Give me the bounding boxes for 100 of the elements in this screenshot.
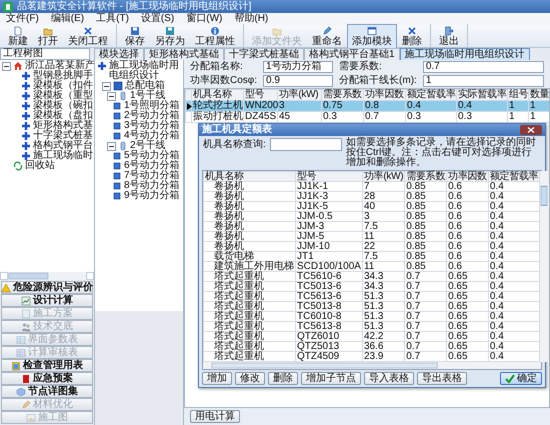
tree-item[interactable]: 2号动力分箱 xyxy=(124,111,180,121)
tree-item[interactable]: 9号动力分箱 xyxy=(124,191,180,201)
tree-item[interactable]: 4号动力分箱 xyxy=(124,131,180,141)
menu-item[interactable]: 编辑(E) xyxy=(44,14,90,24)
module-button[interactable]: 节点详图集 xyxy=(1,385,93,398)
tree-item[interactable]: 梁模板（盘扣 xyxy=(33,111,93,121)
column-header[interactable]: 功率(kW) xyxy=(362,172,405,182)
tree-item[interactable]: 梁模板（重型 xyxy=(33,91,93,101)
toolbar-button[interactable]: 添加模块 xyxy=(347,24,397,48)
table-cell: 0.6 xyxy=(446,212,488,222)
module-button[interactable]: 设计计算 xyxy=(1,294,93,307)
table-cell: 28 xyxy=(362,192,405,202)
tree-item[interactable]: 梁模板（碗扣 xyxy=(33,101,93,111)
column-header[interactable]: 功率因数 xyxy=(446,172,488,182)
table-cell: 0.4 xyxy=(488,302,540,312)
search-field[interactable] xyxy=(270,138,342,151)
menu-item[interactable]: 设置(S) xyxy=(134,14,180,24)
tree-item[interactable]: 总配电箱 xyxy=(125,81,165,91)
collapse-toggle[interactable] xyxy=(2,62,11,70)
toolbar-button[interactable]: 打开 xyxy=(33,24,63,48)
table-cell: 42.2 xyxy=(362,332,405,342)
tree-item[interactable]: 2号干线 xyxy=(130,141,166,151)
table-cell: QTZ5013 xyxy=(296,342,362,352)
calculate-button[interactable]: 用电计算 xyxy=(190,410,240,423)
table-cell: 51.3 xyxy=(362,302,405,312)
table-cell: 0.7 xyxy=(404,302,447,312)
input-field[interactable]: 1号动力分箱 xyxy=(263,61,334,73)
table-cell: 0.85 xyxy=(404,192,447,202)
plus-icon xyxy=(21,111,31,121)
tree-item[interactable]: 5号动力分箱 xyxy=(124,151,180,161)
tab[interactable]: 矩形格构式基础 xyxy=(144,48,224,60)
square-icon xyxy=(112,111,122,121)
tree-item[interactable]: 3号动力分箱 xyxy=(124,121,180,131)
dialog-button[interactable]: 导入表格 xyxy=(364,372,414,385)
toolbar-button[interactable]: 删除 xyxy=(397,24,427,48)
tree-item[interactable]: 梁模板（扣件 xyxy=(33,81,93,91)
menu-item[interactable]: 窗口(W) xyxy=(180,14,228,24)
column-header[interactable]: 额定暂载率 xyxy=(488,172,540,182)
tab[interactable]: 施工现场临时用电组织设计 xyxy=(400,48,530,60)
input-field[interactable]: 1 xyxy=(422,75,544,87)
scrollbar[interactable] xyxy=(0,272,94,280)
module-button[interactable]: 危险源辨识与评价 xyxy=(1,281,93,294)
table-cell: 7.5 xyxy=(362,222,405,232)
scrollbar[interactable] xyxy=(540,171,548,362)
tree-item[interactable]: 十字梁式桩基 xyxy=(33,131,93,141)
toolbar-button[interactable]: 新建 xyxy=(3,24,33,48)
module-button[interactable]: 应急预案 xyxy=(1,372,93,385)
tree-item[interactable]: 6号动力分箱 xyxy=(124,161,180,171)
table-cell: 40 xyxy=(362,202,405,212)
input-field[interactable]: 0.9 xyxy=(263,75,334,87)
menu-item[interactable]: 工具(T) xyxy=(90,14,135,24)
tree-item[interactable]: 1号干线 xyxy=(130,91,166,101)
input-field[interactable]: 0.7 xyxy=(422,61,544,73)
tree-item[interactable]: 施工现场临时用电组织设计 xyxy=(109,61,183,81)
column-header[interactable]: 组号 xyxy=(508,90,528,100)
table-cell: 7.5 xyxy=(362,252,405,262)
column-header[interactable]: 机具名称 xyxy=(204,172,296,182)
column-header[interactable]: 机具名称 xyxy=(192,90,244,100)
tree-item[interactable]: 型钢悬挑脚手 xyxy=(33,71,93,81)
table-cell: JJ1K-1 xyxy=(296,182,362,192)
table-row[interactable]: 轮式挖土机 WN2003 0.75 0.8 0.4 0.4 1 1 xyxy=(186,100,549,112)
column-header[interactable]: 需要系数 xyxy=(404,172,447,182)
tab[interactable]: 格构式钢平台基础1 xyxy=(304,48,400,60)
menu-item[interactable]: 帮助(H) xyxy=(228,14,274,24)
dialog-button[interactable]: 删除 xyxy=(268,372,298,385)
tab[interactable]: 十字梁式桩基础 xyxy=(224,48,304,60)
collapse-toggle[interactable] xyxy=(107,92,116,100)
table-cell: 载货电梯 xyxy=(204,252,296,262)
collapse-toggle[interactable] xyxy=(107,142,116,150)
dialog-button[interactable]: 增加子节点 xyxy=(301,372,361,385)
collapse-toggle[interactable] xyxy=(102,82,111,90)
tree-item[interactable]: 格构式钢平台 xyxy=(33,141,93,151)
column-header[interactable]: 型号 xyxy=(244,90,278,100)
column-header[interactable]: 型号 xyxy=(296,172,362,182)
table-cell: 51.3 xyxy=(362,292,405,302)
toolbar-button[interactable]: 重命名 xyxy=(307,24,347,48)
close-icon[interactable] xyxy=(520,125,542,135)
table-cell: 0.7 xyxy=(404,292,447,302)
scrollbar[interactable] xyxy=(203,362,541,369)
toolbar-button[interactable]: 关闭工程 xyxy=(63,24,113,48)
column-header[interactable]: 需要系数 xyxy=(322,90,364,100)
tree-item[interactable]: 回收站 xyxy=(25,161,55,171)
tree-item[interactable]: 矩形格构式基 xyxy=(33,121,93,131)
tree-item[interactable]: 8号动力分箱 xyxy=(124,181,180,191)
dialog-button[interactable]: 增加 xyxy=(202,372,232,385)
close-icon xyxy=(83,26,93,36)
dialog-button[interactable]: 导出表格 xyxy=(417,372,467,385)
tab[interactable]: 模块选择 xyxy=(94,48,144,60)
module-button[interactable]: 检查管理用表 xyxy=(1,359,93,372)
tree-item[interactable]: 施工现场临时 xyxy=(33,151,93,161)
column-header[interactable]: 数量 xyxy=(528,90,549,100)
dialog-button[interactable]: 修改 xyxy=(235,372,265,385)
tree-item[interactable]: 7号动力分箱 xyxy=(124,171,180,181)
field-label: 机具名称查询: xyxy=(203,138,266,150)
square-icon xyxy=(112,121,122,131)
tree-item[interactable]: 1号照明分箱 xyxy=(124,101,180,111)
confirm-button[interactable]: 确定 xyxy=(500,372,542,385)
toolbar-button[interactable]: 退出 xyxy=(434,24,464,48)
table-cell: 0.6 xyxy=(446,262,488,272)
menu-item[interactable]: 文件(F) xyxy=(0,14,45,24)
